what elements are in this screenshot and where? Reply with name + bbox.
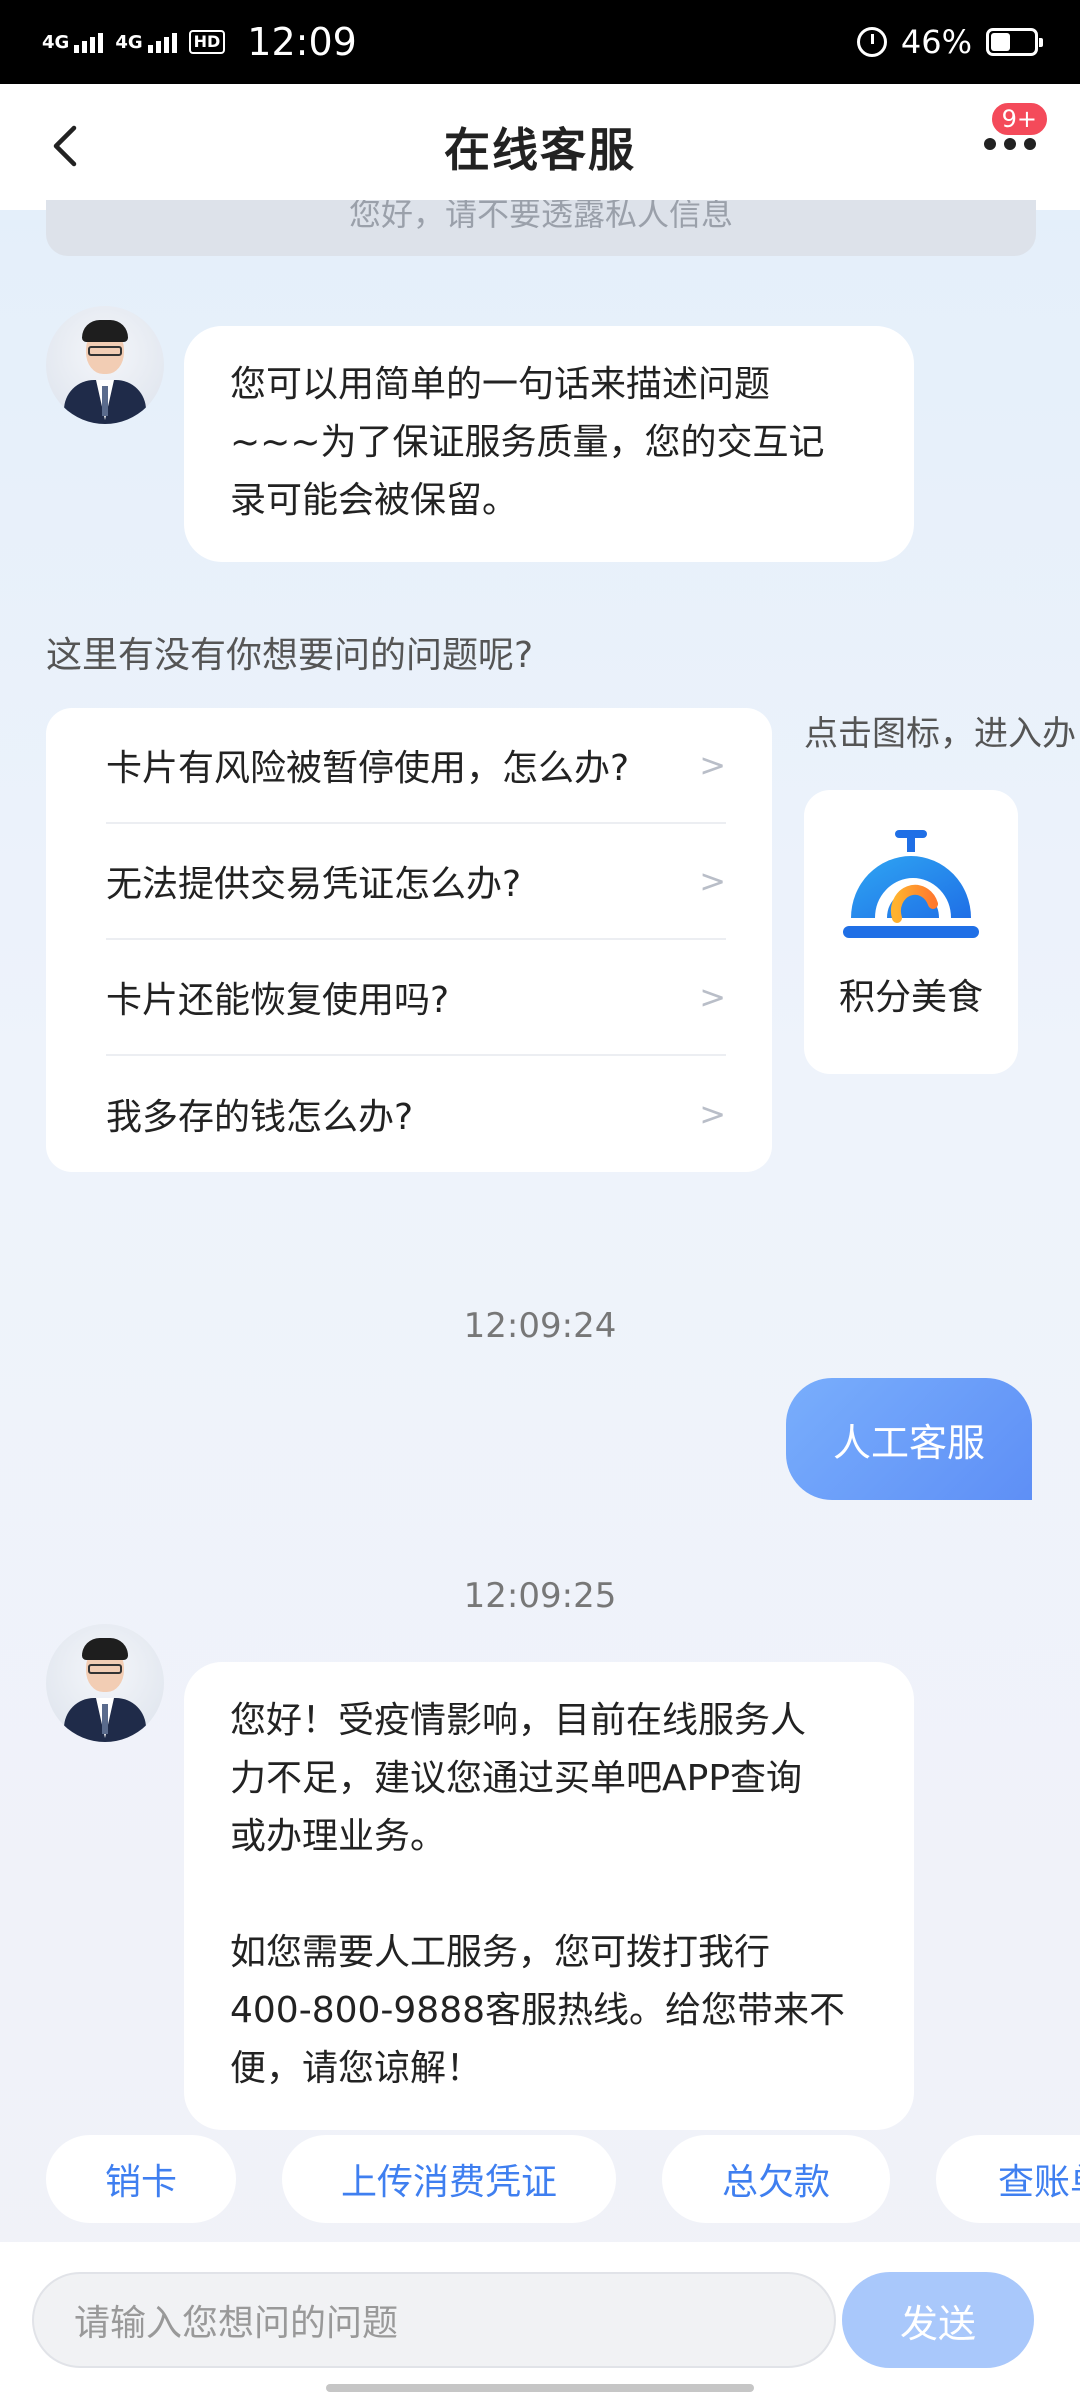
user-message: 人工客服 [786,1378,1032,1500]
chevron-right-icon: > [699,862,726,900]
faq-item[interactable]: 无法提供交易凭证怎么办? > [106,824,726,940]
faq-list: 卡片有风险被暂停使用，怎么办? > 无法提供交易凭证怎么办? > 卡片还能恢复使用吗… [46,708,772,1172]
header: 在线客服 9+ [0,84,1080,210]
notification-badge: 9+ [988,100,1050,138]
message-input[interactable]: 请输入您想问的问题 [32,2272,836,2368]
chevron-right-icon: > [699,1095,726,1133]
faq-item[interactable]: 卡片有风险被暂停使用，怎么办? > [106,708,726,824]
service-bell-icon [843,830,979,938]
battery-icon [986,28,1043,56]
chat-page: 4G 4G HD 12:09 46% 在线客服 9+ 您好，请不要透露私人信息 [0,0,1080,2400]
points-food-label: 积分美食 [838,977,983,1018]
page-title: 在线客服 [444,123,636,177]
battery-percent: 46% [900,23,972,61]
timestamp: 12:09:24 [463,1306,617,1346]
bot-message-intro: 您可以用简单的一句话来描述问题 ~~~为了保证服务质量，您的交互记 录可能会被保… [184,326,914,562]
signal-1-icon: 4G [42,32,104,53]
more-menu-icon[interactable] [984,138,1036,150]
back-arrow-icon[interactable] [44,122,92,170]
bot-message-reply: 您好！受疫情影响，目前在线服务人 力不足，建议您通过买单吧APP查询 或办理业务… [184,1662,914,2130]
agent-avatar [46,306,164,424]
chip-check-bill[interactable]: 查账单 [936,2135,1080,2223]
chevron-right-icon: > [699,978,726,1016]
status-bar: 4G 4G HD 12:09 46% [0,0,1080,84]
quick-reply-chips: 销卡 上传消费凭证 总欠款 查账单 [46,2135,1080,2223]
timestamp: 12:09:25 [463,1576,617,1616]
icon-hint-text: 点击图标，进入办 [804,714,1076,754]
faq-item[interactable]: 卡片还能恢复使用吗? > [106,940,726,1056]
home-indicator[interactable] [326,2384,754,2392]
hd-icon: HD [188,30,226,54]
battery-fill [991,33,1010,51]
alarm-icon [856,27,887,57]
chip-total-balance[interactable]: 总欠款 [662,2135,890,2223]
signal-2-icon: 4G [115,32,177,53]
chip-upload-receipt[interactable]: 上传消费凭证 [282,2135,616,2223]
privacy-notice: 您好，请不要透露私人信息 [46,200,1036,256]
points-food-card[interactable]: 积分美食 [804,790,1018,1074]
chip-cancel-card[interactable]: 销卡 [46,2135,236,2223]
agent-avatar [46,1624,164,1742]
chevron-right-icon: > [699,746,726,784]
faq-item[interactable]: 我多存的钱怎么办? > [106,1056,726,1172]
faq-prompt: 这里有没有你想要问的问题呢? [46,635,534,676]
input-bar: 请输入您想问的问题 发送 [0,2242,1080,2400]
status-time: 12:09 [247,20,357,64]
send-button[interactable]: 发送 [842,2272,1034,2368]
